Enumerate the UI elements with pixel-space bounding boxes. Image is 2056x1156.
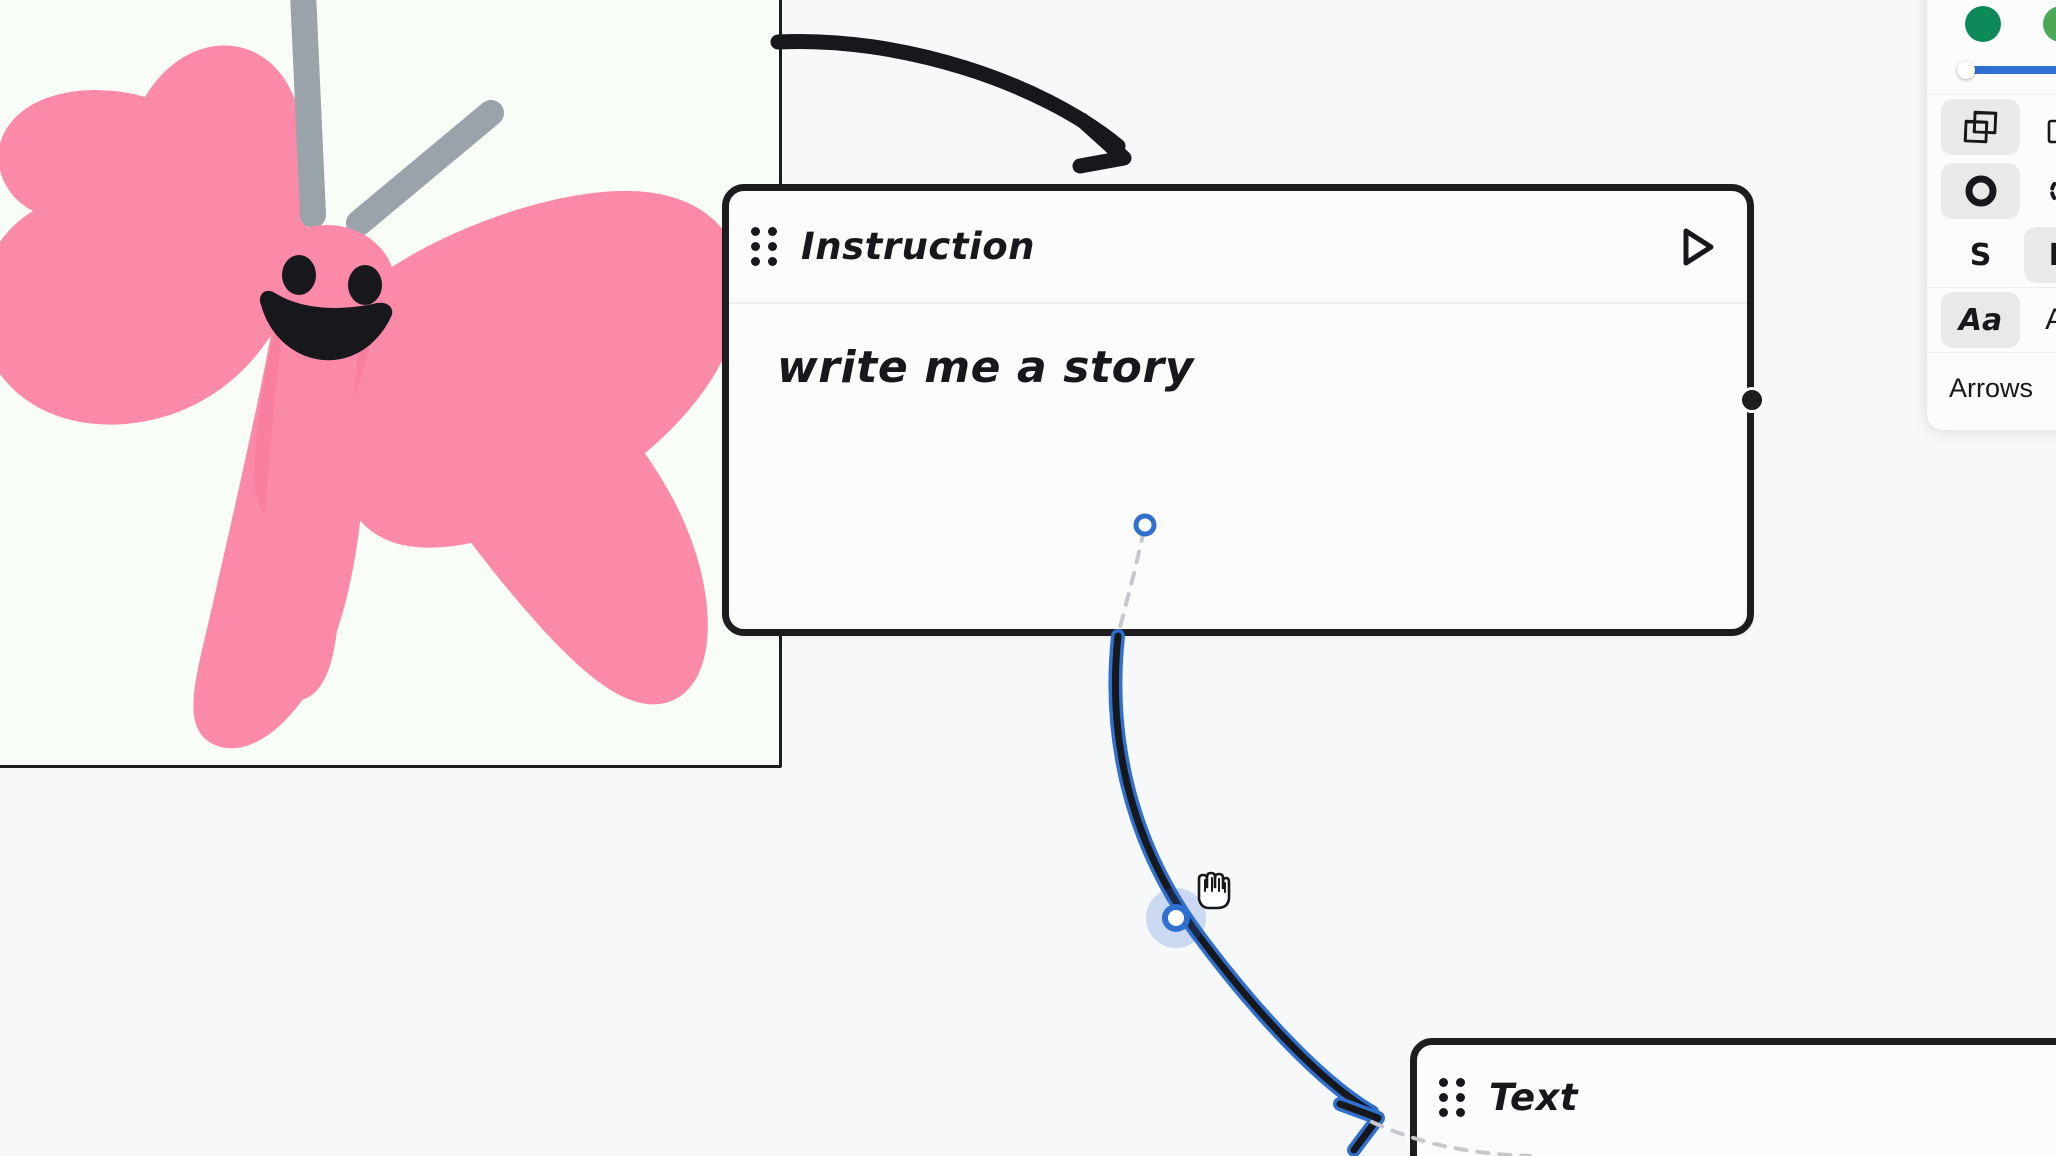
size-label: S [1969,237,1992,273]
font-label: Aa [1958,302,2003,338]
size-label: M [2049,238,2056,273]
drag-dots-icon[interactable] [1439,1078,1465,1117]
instruction-prompt-text[interactable]: write me a story [777,343,1747,392]
swatch-dot [1965,6,2001,42]
dashed-stroke-icon[interactable] [2024,163,2056,219]
instruction-node[interactable]: Instruction write me a story [722,184,1765,636]
arrows-section-label: Arrows [1949,373,2034,403]
swatch-dot [2043,6,2056,42]
drag-dots-icon[interactable] [751,227,777,266]
size-option-s[interactable]: S [1941,227,2020,283]
size-row[interactable]: S M [1927,223,2056,287]
instruction-node-body[interactable]: write me a story [729,304,1747,392]
slider-fill [1967,66,2056,74]
dash-style-row[interactable] [1927,159,2056,223]
text-node-header[interactable]: Text [1417,1045,2056,1150]
style-panel[interactable]: S M Aa Aa Arrows [1927,0,2056,430]
selected-arrow[interactable] [1108,629,1385,1156]
solid-fill-icon[interactable] [2024,99,2056,155]
font-option-sans[interactable]: Aa [2024,292,2056,348]
color-swatch-light-green[interactable] [2027,6,2056,42]
butterfly-illustration [0,0,742,749]
instruction-node-header[interactable]: Instruction [729,191,1747,304]
canvas[interactable]: Instruction write me a story Text S Aa A… [0,0,2056,1156]
solid-stroke-icon[interactable] [1941,163,2020,219]
draw-fill-icon[interactable] [1941,99,2020,155]
butterfly-illustration-frame[interactable] [0,0,782,768]
text-node[interactable]: Text [1410,1038,2056,1156]
slider-track[interactable] [1945,61,2056,79]
font-row[interactable]: Aa Aa [1927,288,2056,352]
font-option-comic[interactable]: Aa [1941,292,2020,348]
arrows-section: Arrows [1927,353,2056,430]
play-triangle-icon[interactable] [1675,224,1721,270]
color-swatch-green[interactable] [1949,6,2017,42]
connection-port-dot[interactable] [1739,387,1765,413]
fill-style-row[interactable] [1927,95,2056,159]
instruction-node-title: Instruction [801,225,1035,268]
size-option-m[interactable]: M [2024,227,2056,283]
slider-thumb[interactable] [1957,61,1975,79]
color-swatch-grid[interactable] [1927,0,2056,48]
opacity-slider[interactable] [1927,48,2056,94]
top-arrow[interactable] [770,33,1132,174]
font-label: Aa [2045,303,2056,336]
text-node-title: Text [1489,1076,1579,1119]
grabbing-hand-cursor [1197,871,1231,910]
